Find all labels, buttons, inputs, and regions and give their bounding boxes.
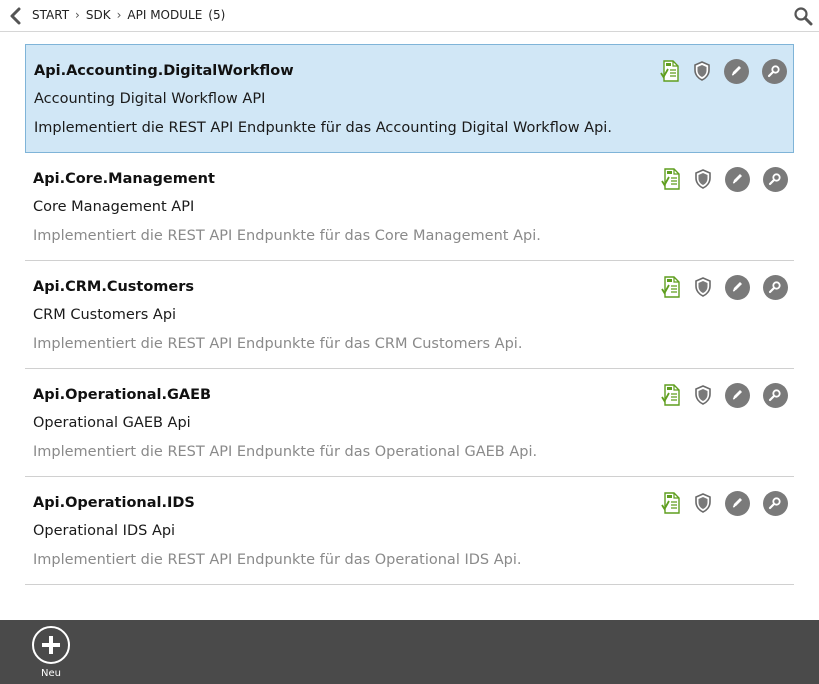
- breadcrumb-separator: ›: [116, 8, 122, 22]
- back-icon[interactable]: [6, 6, 26, 26]
- document-check-icon[interactable]: [658, 274, 684, 300]
- module-list: Api.Accounting.DigitalWorkflow Accountin…: [25, 44, 794, 585]
- document-check-icon[interactable]: [658, 490, 684, 516]
- edit-icon[interactable]: [723, 58, 749, 84]
- shield-icon[interactable]: [690, 382, 716, 408]
- module-description: Implementiert die REST API Endpunkte für…: [33, 552, 522, 568]
- shield-icon[interactable]: [690, 274, 716, 300]
- module-list-item[interactable]: Api.Operational.IDS Operational IDS Api …: [25, 477, 794, 585]
- search-detail-icon[interactable]: [762, 274, 788, 300]
- module-name: Api.CRM.Customers: [33, 279, 195, 295]
- edit-icon[interactable]: [724, 382, 750, 408]
- module-actions: [657, 58, 787, 84]
- module-actions: [658, 490, 788, 516]
- module-name: Api.Core.Management: [33, 171, 215, 187]
- add-new-label: Neu: [41, 668, 61, 679]
- document-check-icon[interactable]: [658, 166, 684, 192]
- module-description: Implementiert die REST API Endpunkte für…: [33, 336, 523, 352]
- top-bar: START › SDK › API MODULE (5): [0, 0, 819, 32]
- bottom-app-bar: Neu: [0, 620, 819, 684]
- module-name: Api.Operational.IDS: [33, 495, 195, 511]
- shield-icon[interactable]: [690, 490, 716, 516]
- breadcrumb-api-module[interactable]: API MODULE: [127, 8, 202, 22]
- breadcrumb-count: (5): [208, 8, 226, 22]
- search-detail-icon[interactable]: [762, 490, 788, 516]
- module-description: Implementiert die REST API Endpunkte für…: [34, 120, 612, 136]
- search-icon[interactable]: [793, 6, 813, 26]
- module-list-item[interactable]: Api.CRM.Customers CRM Customers Api Impl…: [25, 261, 794, 369]
- module-description: Implementiert die REST API Endpunkte für…: [33, 228, 541, 244]
- edit-icon[interactable]: [724, 166, 750, 192]
- breadcrumb: START › SDK › API MODULE (5): [32, 0, 225, 31]
- module-list-item[interactable]: Api.Accounting.DigitalWorkflow Accountin…: [25, 44, 794, 153]
- search-detail-icon[interactable]: [761, 58, 787, 84]
- module-title: Core Management API: [33, 199, 195, 215]
- breadcrumb-start[interactable]: START: [32, 8, 69, 22]
- edit-icon[interactable]: [724, 274, 750, 300]
- breadcrumb-separator: ›: [75, 8, 80, 22]
- document-check-icon[interactable]: [657, 58, 683, 84]
- module-actions: [658, 382, 788, 408]
- module-name: Api.Accounting.DigitalWorkflow: [34, 63, 294, 79]
- edit-icon[interactable]: [724, 490, 750, 516]
- module-title: Operational IDS Api: [33, 523, 176, 539]
- module-list-item[interactable]: Api.Operational.GAEB Operational GAEB Ap…: [25, 369, 794, 477]
- module-title: Accounting Digital Workflow API: [34, 91, 266, 107]
- module-list-item[interactable]: Api.Core.Management Core Management API …: [25, 153, 794, 261]
- document-check-icon[interactable]: [658, 382, 684, 408]
- module-description: Implementiert die REST API Endpunkte für…: [33, 444, 538, 460]
- search-detail-icon[interactable]: [762, 166, 788, 192]
- shield-icon[interactable]: [689, 58, 715, 84]
- breadcrumb-sdk[interactable]: SDK: [86, 8, 111, 22]
- add-new-button[interactable]: [32, 626, 70, 664]
- module-title: Operational GAEB Api: [33, 415, 191, 431]
- module-title: CRM Customers Api: [33, 307, 177, 323]
- module-actions: [658, 166, 788, 192]
- module-actions: [658, 274, 788, 300]
- shield-icon[interactable]: [690, 166, 716, 192]
- module-name: Api.Operational.GAEB: [33, 387, 212, 403]
- search-detail-icon[interactable]: [762, 382, 788, 408]
